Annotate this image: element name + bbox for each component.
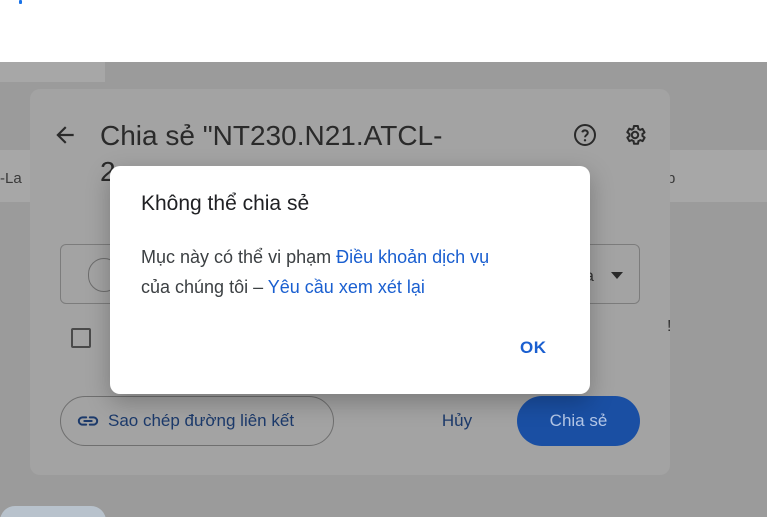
page-top-strip [0, 0, 767, 62]
copy-link-label: Sao chép đường liên kết [108, 411, 295, 430]
ok-button[interactable]: OK [520, 338, 547, 358]
background-card [0, 62, 105, 82]
cancel-button[interactable]: Hủy [425, 396, 489, 446]
copy-link-button[interactable]: Sao chép đường liên kết [60, 396, 334, 446]
terms-of-service-link[interactable]: Điều khoản dịch vụ [336, 247, 489, 267]
cannot-share-dialog: Không thể chia sẻ Mục này có thể vi phạm… [110, 166, 590, 394]
share-button[interactable]: Chia sẻ [517, 396, 640, 446]
help-icon[interactable] [573, 123, 597, 147]
dialog-title: Không thể chia sẻ [141, 192, 310, 215]
top-dot [19, 0, 22, 4]
message-prefix: Mục này có thể vi phạm [141, 247, 337, 267]
link-icon [77, 416, 99, 426]
notify-checkbox[interactable] [71, 328, 91, 348]
side-mark: ! [667, 318, 672, 335]
settings-gear-icon[interactable] [623, 123, 647, 147]
background-text-left: -La [0, 170, 22, 187]
dropdown-caret-icon[interactable] [609, 270, 625, 280]
request-review-link[interactable]: Yêu cầu xem xét lại [268, 277, 425, 297]
background-pill [0, 506, 106, 517]
dialog-message: Mục này có thể vi phạm Điều khoản dịch v… [141, 242, 561, 302]
message-middle: của chúng tôi – [141, 277, 268, 297]
back-arrow-icon[interactable] [52, 122, 78, 148]
background-card [670, 150, 767, 202]
share-dialog-title: Chia sẻ "NT230.N21.ATCL- [100, 120, 443, 151]
